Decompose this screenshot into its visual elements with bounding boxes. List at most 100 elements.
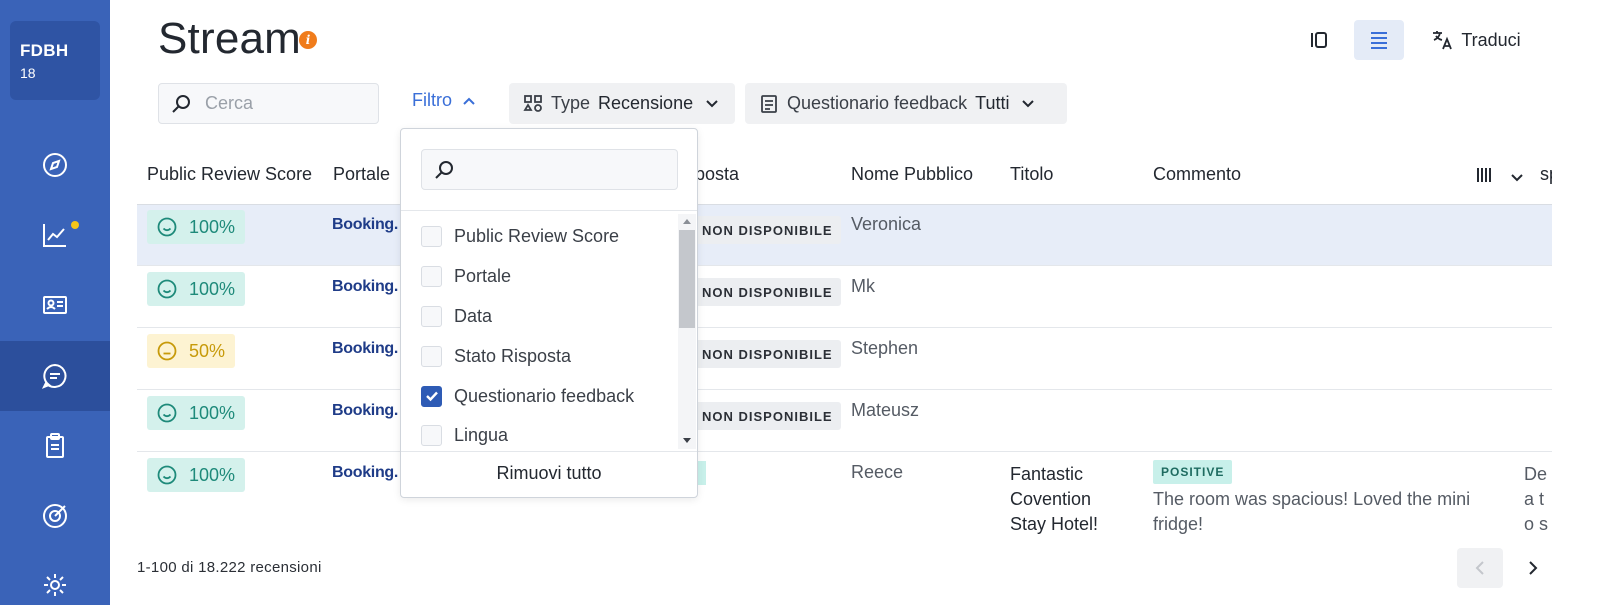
scroll-up-arrow-icon[interactable] (683, 219, 691, 224)
nav-tasks[interactable] (0, 411, 110, 481)
column-layout-button[interactable] (1296, 20, 1342, 60)
smile-icon (157, 217, 177, 237)
chevron-down-icon (1022, 99, 1035, 107)
chevron-right-icon (1529, 561, 1538, 575)
chevron-up-icon (463, 97, 475, 105)
checkbox[interactable] (421, 265, 442, 287)
column-search-input[interactable] (464, 159, 664, 180)
columns-icon (1477, 168, 1491, 182)
chevron-down-icon (706, 99, 718, 107)
list-icon (1371, 32, 1387, 49)
public-name: Mk (851, 276, 875, 296)
smile-icon (157, 403, 177, 423)
scrollbar[interactable] (678, 214, 696, 449)
score-badge: 100% (147, 396, 246, 430)
compass-icon (43, 153, 67, 177)
clipboard-icon (46, 433, 64, 458)
nav-contacts[interactable] (0, 270, 110, 340)
chevron-down-icon (1511, 174, 1523, 182)
nav-explore[interactable] (0, 130, 110, 200)
portal-logo: Booking. (332, 402, 399, 419)
search-icon (435, 160, 453, 179)
column-option[interactable]: Data (421, 301, 492, 331)
column-header[interactable]: Nome Pubblico (851, 164, 973, 185)
smile-icon (157, 279, 177, 299)
filter-button[interactable]: Filtro (412, 90, 476, 111)
search-box (158, 83, 379, 124)
public-name: Stephen (851, 338, 919, 358)
column-header[interactable]: Portale (333, 164, 390, 185)
score-badge: 100% (147, 458, 246, 492)
checkbox[interactable] (421, 225, 442, 247)
form-icon (761, 94, 777, 113)
column-header[interactable]: Titolo (1010, 164, 1053, 185)
chat-icon (41, 363, 67, 389)
score-value: 100% (189, 216, 236, 237)
translate-button[interactable]: Traduci (1424, 20, 1528, 60)
column-option-label: Public Review Score (454, 225, 620, 246)
search-input[interactable] (205, 93, 365, 114)
column-header[interactable]: Public Review Score (147, 164, 312, 185)
column-header[interactable]: sp (1540, 164, 1552, 185)
column-option[interactable]: Portale (421, 261, 511, 291)
column-option[interactable]: Lingua (421, 421, 508, 447)
scroll-thumb[interactable] (679, 230, 695, 328)
type-chip-value: Recensione (598, 93, 694, 113)
nav-analytics[interactable] (0, 200, 110, 270)
review-title: Fantastic Covention Stay Hotel! (1010, 464, 1099, 534)
column-option[interactable]: Public Review Score (421, 221, 619, 251)
nav-settings[interactable] (0, 550, 110, 605)
column-option-label: Data (454, 305, 493, 326)
column-option[interactable]: Stato Risposta (421, 341, 571, 371)
sentiment-badge: POSITIVE (1153, 460, 1233, 484)
table-row[interactable]: 50% Booking. NON DISPONIBILE Stephen (137, 329, 1552, 390)
scroll-down-arrow-icon[interactable] (683, 438, 691, 443)
id-card-icon (43, 296, 67, 314)
next-page-button[interactable] (1510, 548, 1556, 588)
score-value: 50% (189, 340, 226, 361)
questionnaire-chip-key: Questionario feedback (787, 93, 968, 113)
categories-icon (523, 94, 542, 112)
column-search-box (421, 149, 678, 190)
column-option-label: Questionario feedback (454, 385, 635, 406)
org-number: 18 (20, 65, 36, 81)
remove-all-button[interactable]: Rimuovi tutto (401, 463, 697, 484)
type-chip-key: Type (551, 93, 591, 113)
checkbox[interactable] (421, 345, 442, 367)
column-option[interactable]: Questionario feedback (421, 381, 634, 411)
portal-logo: Booking. (332, 216, 399, 233)
status-badge: NON DISPONIBILE (694, 402, 841, 430)
neutral-face-icon (157, 341, 177, 361)
table-header: Public Review Score Portale Risposta Nom… (137, 162, 1552, 202)
column-header[interactable]: Commento (1153, 164, 1241, 185)
score-value: 100% (189, 464, 236, 485)
table-row[interactable]: 100% Booking. NON DISPONIBILE Mateusz (137, 391, 1552, 452)
nav-reviews[interactable] (0, 341, 110, 411)
target-icon (43, 504, 67, 528)
table-row[interactable]: 100% Booking. NON DISPONIBILE Mk (137, 267, 1552, 328)
status-badge: NON DISPONIBILE (694, 278, 841, 306)
public-name: Reece (851, 462, 904, 482)
checkbox-checked[interactable] (421, 385, 442, 407)
review-response: Dea to s deli spa (1524, 464, 1549, 541)
org-badge[interactable]: FDBH 18 (10, 21, 100, 100)
column-option-label: Lingua (454, 425, 509, 445)
column-settings-chevron[interactable] (1510, 167, 1524, 188)
nav-goals[interactable] (0, 481, 110, 551)
checkbox[interactable] (421, 305, 442, 327)
list-layout-button[interactable] (1354, 20, 1404, 60)
portal-logo: Booking. (332, 464, 399, 481)
column-settings-button[interactable] (1475, 166, 1493, 189)
column-option-label: Portale (454, 265, 512, 286)
status-badge: NON DISPONIBILE (694, 340, 841, 368)
results-count: 1-100 di 18.222 recensioni (137, 559, 322, 576)
previous-page-button[interactable] (1457, 548, 1503, 588)
table-row[interactable]: 100% Booking. Reece Fantastic Covention … (137, 453, 1552, 541)
info-icon[interactable]: i (299, 31, 317, 49)
sidebar-layout-icon (1311, 32, 1327, 48)
checkbox[interactable] (421, 425, 442, 446)
questionnaire-filter-chip[interactable]: Questionario feedback Tutti (745, 83, 1067, 124)
type-filter-chip[interactable]: Type Recensione (509, 83, 735, 124)
public-name: Mateusz (851, 400, 920, 420)
table-row[interactable]: 100% Booking. NON DISPONIBILE Veronica (137, 205, 1552, 266)
